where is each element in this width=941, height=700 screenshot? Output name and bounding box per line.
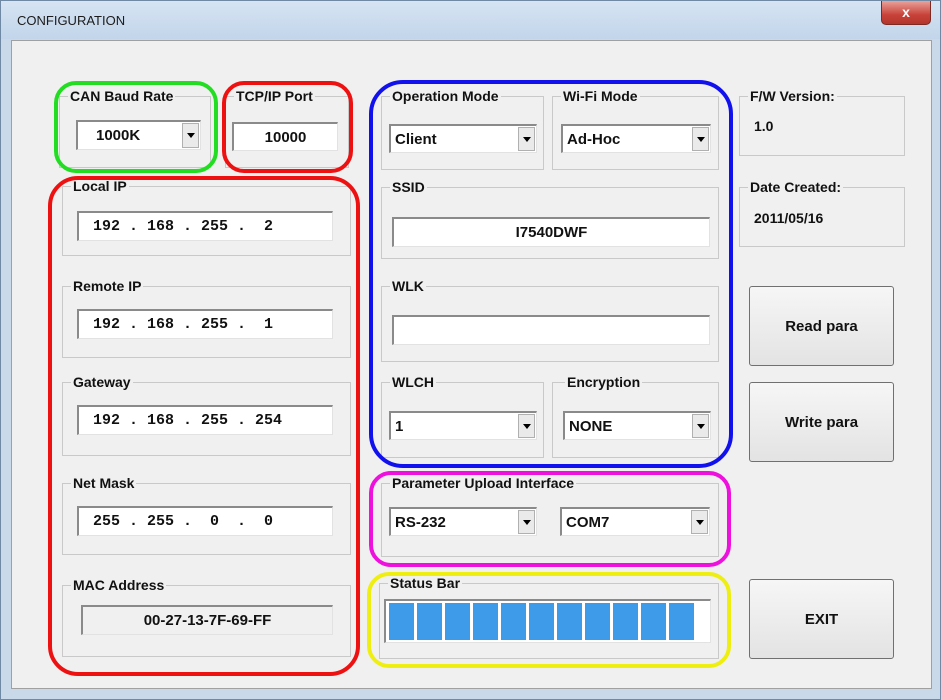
operation-mode-select[interactable]: Client <box>389 124 537 153</box>
progress-segment <box>613 603 638 640</box>
ssid-input[interactable]: I7540DWF <box>392 217 710 247</box>
close-button[interactable]: x <box>881 1 931 25</box>
upload-port-value: COM7 <box>566 513 610 531</box>
wifi-mode-group: Wi-Fi Mode Ad-Hoc <box>552 88 719 170</box>
progress-segments <box>386 601 710 642</box>
net-mask-label: Net Mask <box>71 475 137 491</box>
chevron-down-icon[interactable] <box>182 123 199 148</box>
can-baud-rate-value: 1000K <box>96 127 141 144</box>
tcp-ip-port-label: TCP/IP Port <box>234 88 315 104</box>
wifi-mode-label: Wi-Fi Mode <box>561 88 640 104</box>
ssid-label: SSID <box>390 179 427 195</box>
local-ip-label: Local IP <box>71 178 129 194</box>
wifi-mode-value: Ad-Hoc <box>567 130 621 148</box>
can-baud-rate-label: CAN Baud Rate <box>68 88 176 104</box>
progress-segment <box>641 603 666 640</box>
wifi-mode-select[interactable]: Ad-Hoc <box>561 124 711 153</box>
operation-mode-label: Operation Mode <box>390 88 501 104</box>
encryption-group: Encryption NONE <box>552 374 719 458</box>
gateway-input[interactable]: 192 . 168 . 255 . 254 <box>77 405 333 435</box>
remote-ip-label: Remote IP <box>71 278 144 294</box>
close-icon[interactable]: x <box>902 4 910 20</box>
net-mask-input[interactable]: 255 . 255 . 0 . 0 <box>77 506 333 536</box>
local-ip-input[interactable]: 192 . 168 . 255 . 2 <box>77 211 333 241</box>
chevron-down-icon[interactable] <box>691 510 708 534</box>
wlch-value: 1 <box>395 417 404 435</box>
write-para-button[interactable]: Write para <box>749 382 894 462</box>
chevron-down-icon[interactable] <box>518 414 535 438</box>
local-ip-group: Local IP 192 . 168 . 255 . 2 <box>62 178 351 256</box>
gateway-label: Gateway <box>71 374 133 390</box>
gateway-group: Gateway 192 . 168 . 255 . 254 <box>62 374 351 456</box>
upload-interface-value: RS-232 <box>395 513 446 531</box>
can-baud-rate-group: CAN Baud Rate 1000K <box>59 88 211 168</box>
operation-mode-value: Client <box>395 130 437 148</box>
progress-segment <box>445 603 470 640</box>
progress-segment <box>473 603 498 640</box>
parameter-upload-interface-group: Parameter Upload Interface RS-232 COM7 <box>381 475 719 557</box>
remote-ip-group: Remote IP 192 . 168 . 255 . 1 <box>62 278 351 358</box>
progress-segment <box>417 603 442 640</box>
can-baud-rate-select[interactable]: 1000K <box>76 120 201 150</box>
wlk-input[interactable] <box>392 315 710 345</box>
wlch-select[interactable]: 1 <box>389 411 537 440</box>
encryption-label: Encryption <box>565 374 643 390</box>
fw-version-value: 1.0 <box>754 118 774 134</box>
tcp-ip-port-input[interactable]: 10000 <box>232 122 338 151</box>
chevron-down-icon[interactable] <box>518 127 535 151</box>
date-created-label: Date Created: <box>748 179 844 195</box>
fw-version-group: F/W Version: 1.0 <box>739 88 905 156</box>
fw-version-label: F/W Version: <box>748 88 837 104</box>
encryption-value: NONE <box>569 417 613 435</box>
status-bar-group: Status Bar <box>379 575 719 659</box>
progress-segment <box>585 603 610 640</box>
encryption-select[interactable]: NONE <box>563 411 711 440</box>
configuration-window: CONFIGURATION x CAN Baud Rate 1000K TCP/… <box>0 0 941 700</box>
parameter-upload-interface-label: Parameter Upload Interface <box>390 475 577 491</box>
ssid-group: SSID I7540DWF <box>381 179 719 259</box>
progress-segment <box>501 603 526 640</box>
date-created-value: 2011/05/16 <box>754 210 824 226</box>
wlk-label: WLK <box>390 278 426 294</box>
chevron-down-icon[interactable] <box>518 510 535 534</box>
progress-segment <box>389 603 414 640</box>
chevron-down-icon[interactable] <box>692 414 709 438</box>
wlk-group: WLK <box>381 278 719 362</box>
read-para-button[interactable]: Read para <box>749 286 894 366</box>
upload-port-select[interactable]: COM7 <box>560 507 710 536</box>
status-bar-label: Status Bar <box>388 575 463 591</box>
mac-address-label: MAC Address <box>71 577 167 593</box>
net-mask-group: Net Mask 255 . 255 . 0 . 0 <box>62 475 351 555</box>
remote-ip-input[interactable]: 192 . 168 . 255 . 1 <box>77 309 333 339</box>
progress-segment <box>669 603 694 640</box>
mac-address-field: 00-27-13-7F-69-FF <box>81 605 333 635</box>
exit-button[interactable]: EXIT <box>749 579 894 659</box>
title-bar[interactable]: CONFIGURATION x <box>1 1 940 39</box>
wlch-label: WLCH <box>390 374 436 390</box>
status-progress-bar <box>384 599 711 643</box>
date-created-group: Date Created: 2011/05/16 <box>739 179 905 247</box>
wlch-group: WLCH 1 <box>381 374 544 458</box>
tcp-ip-port-group: TCP/IP Port 10000 <box>225 88 349 168</box>
operation-mode-group: Operation Mode Client <box>381 88 544 170</box>
progress-segment <box>529 603 554 640</box>
upload-interface-select[interactable]: RS-232 <box>389 507 537 536</box>
progress-segment <box>557 603 582 640</box>
chevron-down-icon[interactable] <box>692 127 709 151</box>
window-title: CONFIGURATION <box>17 13 126 28</box>
mac-address-group: MAC Address 00-27-13-7F-69-FF <box>62 577 351 657</box>
